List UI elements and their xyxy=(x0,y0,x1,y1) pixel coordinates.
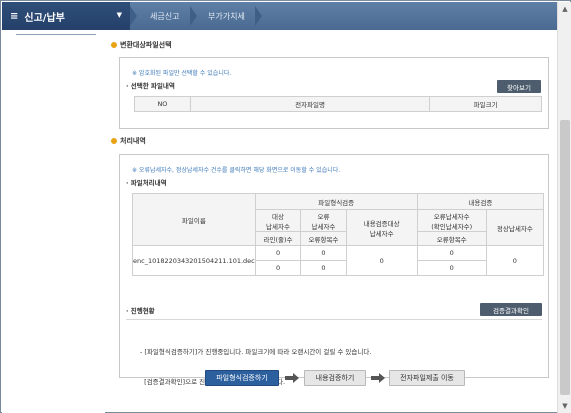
column-header-error-items-content: 오류항목수 xyxy=(416,231,487,246)
progress-message-line: - [파일형식검증하기]가 진행중입니다. 파일크기에 따라 오랜시간이 걸릴 … xyxy=(140,348,372,356)
breadcrumb-separator xyxy=(255,6,262,26)
file-select-box: ※ 암호화된 파일만 선택할 수 있습니다. · 선택한 파일내역 찾아보기 N… xyxy=(119,57,549,129)
check-result-button[interactable]: 검증결과확인 xyxy=(480,303,542,316)
hamburger-icon: ≡ xyxy=(10,10,19,22)
column-header-error-taxpayers: 오류 납세자수 xyxy=(300,209,347,232)
column-header-filesize: 파일크기 xyxy=(429,96,542,112)
normal-taxpayers-cell[interactable]: 0 xyxy=(485,245,545,276)
divider xyxy=(16,34,96,35)
column-header-filename: 파일이름 xyxy=(132,193,256,246)
submit-file-move-button[interactable]: 전자파일제출 이동 xyxy=(389,370,465,386)
column-header-content-error: 오류납세자수 (확인납세자수) xyxy=(416,209,487,232)
selected-files-table: NO 전자파일명 파일크기 xyxy=(134,96,542,112)
chevron-down-icon: ▼ xyxy=(116,11,122,19)
content-check-button[interactable]: 내용검증하기 xyxy=(304,370,366,386)
error-taxpayers-cell[interactable]: 0 xyxy=(300,245,347,261)
scroll-up-icon[interactable]: ▲ xyxy=(558,2,571,16)
scrollbar-thumb[interactable] xyxy=(560,120,570,395)
divider xyxy=(126,319,542,320)
column-header-normal-taxpayers: 정상납세자수 xyxy=(485,209,545,246)
column-header-filename: 전자파일명 xyxy=(189,96,431,112)
breadcrumb-item-tax-filing[interactable]: 세금신고 xyxy=(150,2,179,30)
encrypted-note: ※ 암호화된 파일만 선택할 수 있습니다. xyxy=(132,70,232,77)
column-header-no: NO xyxy=(134,96,191,112)
process-note: ※ 오류납세자수, 정상납세자수 건수를 클릭하면 해당 화면으로 이동할 수 … xyxy=(132,167,341,174)
error-items-cell: 0 xyxy=(300,260,347,276)
menu-label: 신고/납부 xyxy=(24,12,65,24)
file-process-subtitle: · 파일처리내역 xyxy=(126,179,167,187)
browse-button[interactable]: 찾아보기 xyxy=(497,80,541,93)
column-header-error-items: 오류항목수 xyxy=(300,231,347,246)
progress-messages: - [파일형식검증하기]가 진행중입니다. 파일크기에 따라 오랜시간이 걸릴 … xyxy=(140,327,371,407)
file-process-table: 파일이름 파일형식검증 내용검증 대상 납세자수 오류 납세자수 내용검증대상 … xyxy=(132,193,545,276)
section-title-file-select: 변환대상파일선택 xyxy=(111,40,172,50)
column-header-target-taxpayers: 대상 납세자수 xyxy=(254,209,302,232)
progress-subtitle: · 진행현황 xyxy=(126,307,155,315)
scroll-down-icon[interactable]: ▼ xyxy=(558,399,571,413)
file-format-check-button[interactable]: 파일형식검증하기 xyxy=(205,370,279,386)
line-count-cell: 0 xyxy=(254,260,302,276)
content-error-items-cell: 0 xyxy=(416,260,487,276)
bullet-dot-icon xyxy=(111,138,117,144)
table-row: enc_1018220343201504211.101.dec 0 0 0 0 … xyxy=(132,245,545,276)
content-error-cell[interactable]: 0 xyxy=(416,245,487,261)
column-group-content-check: 내용검증 xyxy=(416,193,545,210)
selected-files-subtitle: · 선택한 파일내역 xyxy=(126,82,175,90)
arrow-right-icon xyxy=(371,373,385,383)
bullet-dot-icon xyxy=(111,42,117,48)
column-header-content-target: 내용검증대상 납세자수 xyxy=(345,209,418,246)
main-content: 변환대상파일선택 ※ 암호화된 파일만 선택할 수 있습니다. · 선택한 파일… xyxy=(105,30,557,413)
process-history-box: ※ 오류납세자수, 정상납세자수 건수를 클릭하면 해당 화면으로 이동할 수 … xyxy=(119,154,549,386)
breadcrumb-separator xyxy=(130,6,137,26)
content-target-cell: 0 xyxy=(345,245,418,276)
file-name-cell: enc_1018220343201504211.101.dec xyxy=(132,245,256,276)
column-header-line-count: 라인(줄)수 xyxy=(254,231,302,246)
breadcrumb-separator xyxy=(190,6,197,26)
arrow-right-icon xyxy=(285,373,299,383)
menu-button[interactable]: ≡ 신고/납부 ▼ xyxy=(2,2,130,30)
target-taxpayers-cell[interactable]: 0 xyxy=(254,245,302,261)
top-navigation-bar: ≡ 신고/납부 ▼ 세금신고 부가가치세 xyxy=(2,2,557,30)
breadcrumb-item-vat[interactable]: 부가가치세 xyxy=(208,2,245,30)
section-title-process-history: 처리내역 xyxy=(111,136,146,146)
vertical-scrollbar[interactable]: ▲ ▼ xyxy=(557,2,571,413)
left-panel xyxy=(2,30,105,413)
window-frame: ≡ 신고/납부 ▼ 세금신고 부가가치세 ▲ ▼ 변환대상파일선택 ※ 암호화된… xyxy=(0,0,571,413)
column-group-format-check: 파일형식검증 xyxy=(254,193,418,210)
